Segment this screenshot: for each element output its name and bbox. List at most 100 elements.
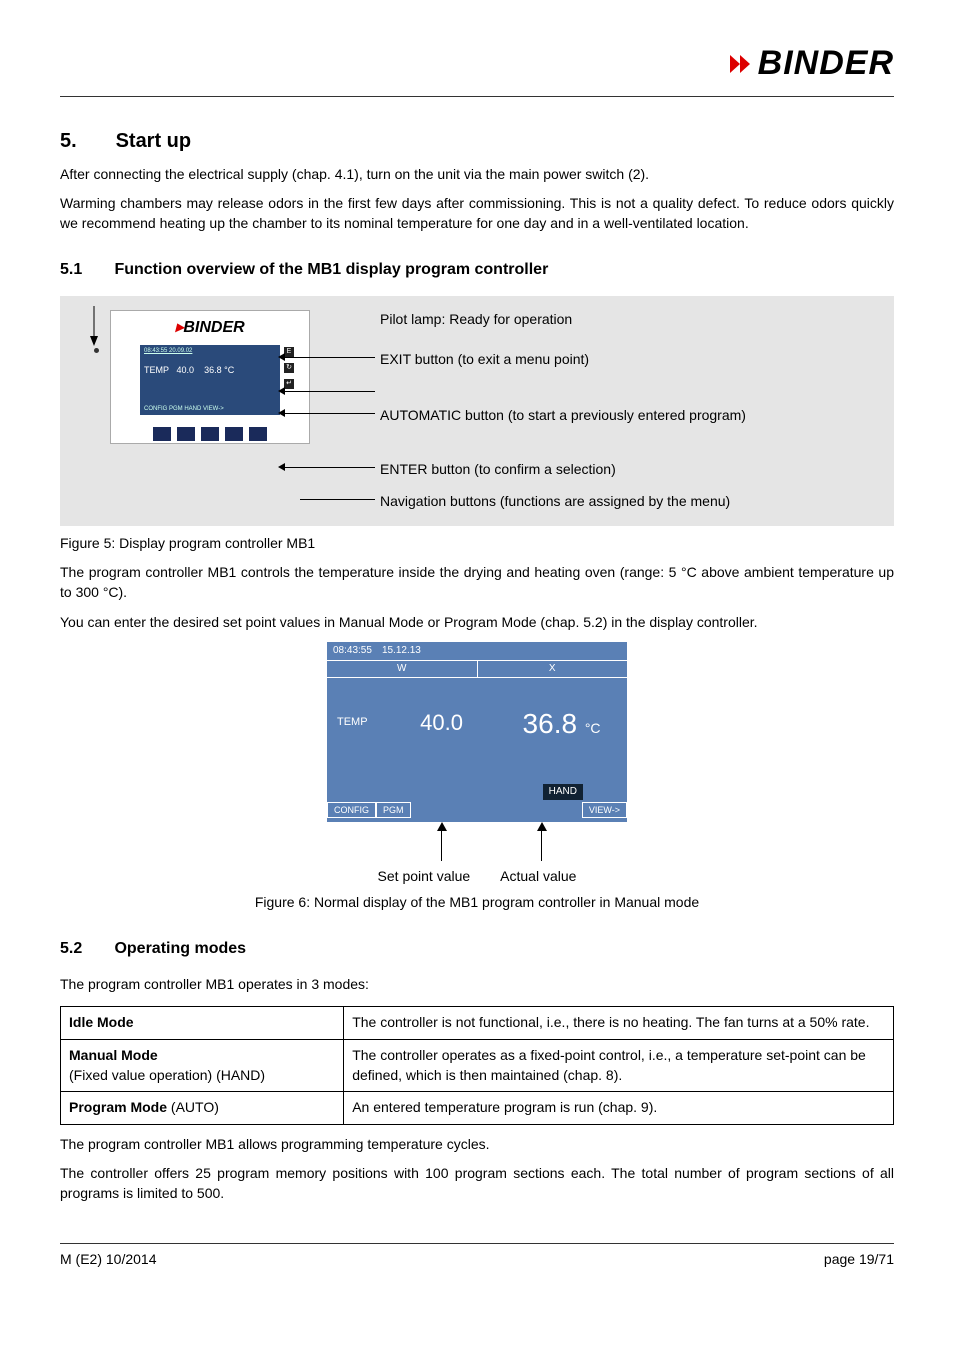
leader-line [300,499,375,500]
figure-5-caption: Figure 5: Display program controller MB1 [60,534,894,554]
para-52-2: The controller offers 25 program memory … [60,1164,894,1203]
header-divider [60,96,894,97]
mode-desc-cell: The controller operates as a fixed-point… [344,1039,894,1091]
arrow-icon [88,306,100,346]
label-enter: ENTER button (to confirm a selection) [380,460,616,480]
view-btn: VIEW-> [582,802,627,819]
label-nav: Navigation buttons (functions are assign… [380,492,730,512]
nav-key [177,427,195,441]
arrow-icon [278,463,285,471]
ac-unit: °C [585,720,601,736]
auto-button-icon: ↻ [284,363,294,373]
screen-header: 08:43:55 15.12.13 [327,642,627,661]
leader-line [285,391,375,392]
label-auto: AUTOMATIC button (to start a previously … [380,406,746,426]
heading-text: Operating modes [114,940,246,957]
hand-badge: HAND [543,784,583,800]
arrow-up-icon [437,822,447,831]
arrow-icon [278,353,285,361]
mode-rest: (Fixed value operation) (HAND) [69,1067,265,1083]
arrow-icon [278,387,285,395]
gap [411,802,582,819]
figure-6-caption: Figure 6: Normal display of the MB1 prog… [255,893,699,913]
leader-line [285,467,375,468]
pointer-row [327,822,627,861]
table-row: Program Mode (AUTO) An entered temperatu… [61,1092,894,1125]
device-panel: ▸BINDER 08:43:55 20.09.02 TEMP 40.0 36.8… [110,310,310,444]
arrow-stem [441,831,442,861]
para-5-2: Warming chambers may release odors in th… [60,194,894,233]
heading-text: Start up [116,130,192,152]
heading-num: 5.2 [60,938,110,960]
mini-brand: BINDER [183,319,244,336]
ac-num: 36.8 [523,708,578,739]
mode-bold: Program Mode [69,1099,167,1115]
heading-num: 5.1 [60,259,110,281]
para-51-2: You can enter the desired set point valu… [60,613,894,633]
para-52-1: The program controller MB1 allows progra… [60,1135,894,1155]
nav-key [201,427,219,441]
heading-5: 5. Start up [60,127,894,155]
mini-sp: 40.0 [177,365,195,375]
mode-rest: (AUTO) [167,1099,219,1115]
pointer [437,822,447,861]
para-5-1: After connecting the electrical supply (… [60,165,894,185]
mode-name-cell: Program Mode (AUTO) [61,1092,344,1125]
figure-5: ▸BINDER 08:43:55 20.09.02 TEMP 40.0 36.8… [60,296,894,526]
label-pilot: Pilot lamp: Ready for operation [380,310,572,330]
screen-footer: CONFIG PGM VIEW-> [327,802,627,819]
logo-mark-icon [726,51,752,77]
heading-5-1: 5.1 Function overview of the MB1 display… [60,259,894,281]
temp-label: TEMP [327,715,387,730]
heading-text: Function overview of the MB1 display pro… [114,261,548,278]
pointer [537,822,547,861]
table-row: Manual Mode (Fixed value operation) (HAN… [61,1039,894,1091]
heading-5-2: 5.2 Operating modes [60,938,894,960]
leader-line [285,413,375,414]
w-label: W [327,661,477,677]
screen-time: 08:43:55 [333,644,372,658]
pilot-lamp-icon [94,348,99,353]
footer-right: page 19/71 [824,1250,894,1270]
mini-screen: 08:43:55 20.09.02 TEMP 40.0 36.8 °C CONF… [140,345,280,415]
mode-name-cell: Idle Mode [61,1007,344,1040]
mode-name-cell: Manual Mode (Fixed value operation) (HAN… [61,1039,344,1091]
setpoint-label: Set point value [378,867,471,887]
mode-bold: Manual Mode [69,1047,158,1063]
nav-key [225,427,243,441]
leader-line [285,357,375,358]
arrow-stem [541,831,542,861]
nav-key [249,427,267,441]
screen-body: TEMP 40.0 36.8 °C [327,678,627,768]
page-footer: M (E2) 10/2014 page 19/71 [60,1243,894,1270]
mini-bottom: CONFIG PGM HAND VIEW-> [144,405,276,413]
mode-desc-cell: An entered temperature program is run (c… [344,1092,894,1125]
mini-time: 08:43:55 20.09.02 [144,347,276,355]
label-exit: EXIT button (to exit a menu point) [380,350,589,370]
config-btn: CONFIG [327,802,376,819]
table-row: Idle Mode The controller is not function… [61,1007,894,1040]
mode-bold: Idle Mode [69,1014,134,1030]
enter-button-icon: ↵ [284,379,294,389]
heading-num: 5. [60,127,110,155]
brand-logo: BINDER [726,40,894,88]
x-label: X [477,661,628,677]
para-52-intro: The program controller MB1 operates in 3… [60,975,894,995]
mode-desc-cell: The controller is not functional, i.e., … [344,1007,894,1040]
footer-left: M (E2) 10/2014 [60,1250,157,1270]
pointer-labels: Set point value Actual value [378,867,577,887]
arrow-up-icon [537,822,547,831]
mini-temp-lbl: TEMP [144,365,169,375]
screen-date: 15.12.13 [382,644,421,658]
mini-logo: ▸BINDER [111,317,309,339]
nav-buttons-row [111,427,309,441]
mini-ac: 36.8 °C [204,365,234,375]
header: BINDER [60,40,894,88]
controller-screen: 08:43:55 15.12.13 W X TEMP 40.0 36.8 °C … [327,642,627,822]
para-51-1: The program controller MB1 controls the … [60,563,894,602]
setpoint-value: 40.0 [387,708,496,739]
arrow-icon [278,409,285,417]
actual-value: 36.8 °C [496,704,627,743]
actual-label: Actual value [500,867,576,887]
nav-key [153,427,171,441]
